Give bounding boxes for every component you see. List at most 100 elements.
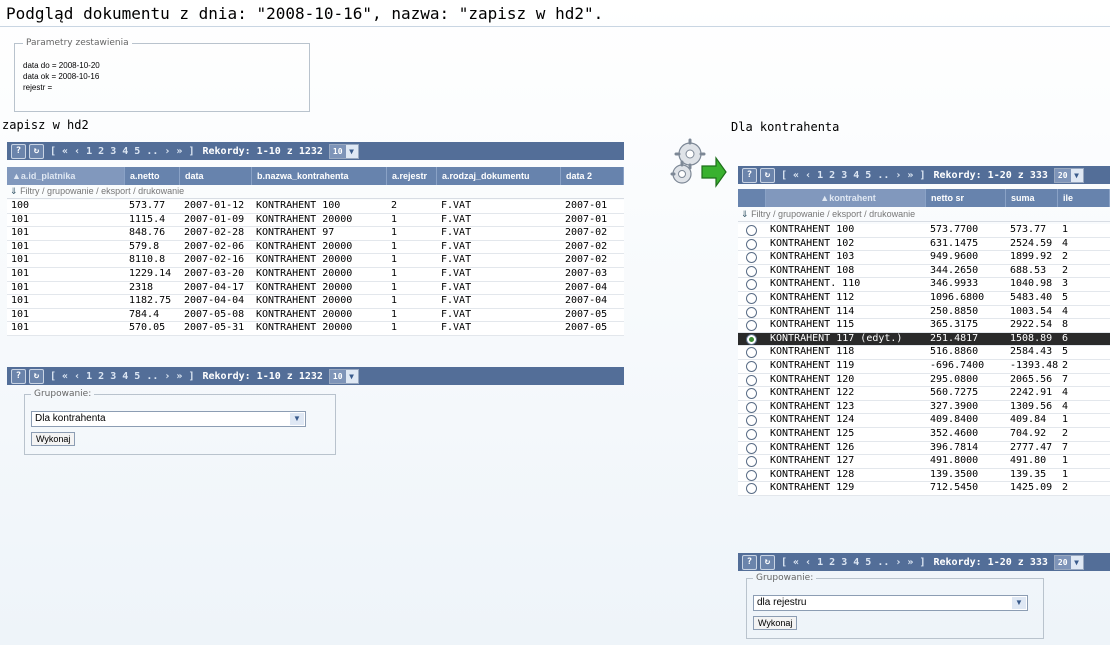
radio-cell[interactable] [738,238,766,251]
radio-cell[interactable] [738,319,766,332]
row-radio[interactable] [746,265,757,277]
table-row[interactable]: 101 8110.8 2007-02-16 KONTRAHENT 20000 1 F.VA… [7,254,624,268]
column-header[interactable]: ile [1058,189,1110,207]
radio-cell[interactable] [738,265,766,278]
pager-links[interactable]: [ « ‹ 1 2 3 4 5 .. › » ] [781,170,926,181]
column-header[interactable]: data [180,167,252,185]
radio-cell[interactable] [738,292,766,305]
row-radio[interactable] [746,333,757,345]
row-radio[interactable] [746,347,757,359]
table-row[interactable]: KONTRAHENT 117 (edyt.) 251.4817 1508.89 6 [738,332,1110,347]
column-header[interactable]: data 2 [561,167,624,185]
radio-cell[interactable] [738,224,766,237]
table-row[interactable]: 101 1229.14 2007-03-20 KONTRAHENT 20000 1 F.V… [7,267,624,282]
row-radio[interactable] [746,415,757,427]
row-radio[interactable] [746,279,757,291]
table-row[interactable]: KONTRAHENT. 110 346.9933 1040.98 3 [738,278,1110,292]
table-row[interactable]: KONTRAHENT 112 1096.6800 5483.40 5 [738,291,1110,306]
row-radio[interactable] [746,388,757,400]
radio-cell[interactable] [738,428,766,441]
table-row[interactable]: KONTRAHENT 103 949.9600 1899.92 2 [738,251,1110,265]
refresh-icon[interactable]: ↻ [760,554,775,570]
table-row[interactable]: KONTRAHENT 108 344.2650 688.53 2 [738,264,1110,279]
table-row[interactable]: KONTRAHENT 126 396.7814 2777.47 7 [738,441,1110,456]
radio-cell[interactable] [738,455,766,468]
per-page-select[interactable]: 10 ▼ [328,368,359,384]
radio-cell[interactable] [738,387,766,400]
table-row[interactable]: KONTRAHENT 129 712.5450 1425.09 2 [738,482,1110,496]
refresh-icon[interactable]: ↻ [760,167,775,183]
table-row[interactable]: KONTRAHENT 125 352.4600 704.92 2 [738,427,1110,442]
table-row[interactable]: KONTRAHENT 118 516.8860 2584.43 5 [738,346,1110,360]
help-icon[interactable]: ? [742,167,757,183]
radio-cell[interactable] [738,374,766,387]
help-icon[interactable]: ? [11,143,26,159]
table-row[interactable]: KONTRAHENT 102 631.1475 2524.59 4 [738,237,1110,252]
row-radio[interactable] [746,360,757,372]
radio-cell[interactable] [738,346,766,359]
table-row[interactable]: KONTRAHENT 127 491.8000 491.80 1 [738,455,1110,469]
table-row[interactable]: KONTRAHENT 114 250.8850 1003.54 4 [738,305,1110,320]
refresh-icon[interactable]: ↻ [29,143,44,159]
radio-cell[interactable] [738,306,766,319]
row-radio[interactable] [746,469,757,481]
row-radio[interactable] [746,442,757,454]
table-row[interactable]: 101 848.76 2007-02-28 KONTRAHENT 97 1 F.VAT 20… [7,227,624,241]
row-radio[interactable] [746,225,757,236]
row-radio[interactable] [746,428,757,440]
row-radio[interactable] [746,238,757,250]
pager-links[interactable]: [ « ‹ 1 2 3 4 5 .. › » ] [50,371,195,382]
execute-button[interactable]: Wykonaj [753,616,798,630]
radio-cell[interactable] [738,469,766,482]
radio-cell[interactable] [738,401,766,414]
table-row[interactable]: KONTRAHENT 100 573.7700 573.77 1 [738,224,1110,238]
radio-cell[interactable] [738,414,766,427]
row-radio[interactable] [746,292,757,304]
column-header[interactable]: ▲kontrahent [766,189,926,207]
column-header[interactable]: netto sr [926,189,1006,207]
grouping-select[interactable]: dla rejestru ▼ [753,595,1028,611]
execute-button[interactable]: Wykonaj [31,432,76,446]
table-row[interactable]: 101 579.8 2007-02-06 KONTRAHENT 20000 1 F.VAT… [7,240,624,255]
radio-cell[interactable] [738,482,766,495]
column-header[interactable]: suma [1006,189,1058,207]
table-row[interactable]: 101 1182.75 2007-04-04 KONTRAHENT 20000 1 F.V… [7,295,624,309]
per-page-select[interactable]: 10 ▼ [328,143,359,159]
left-filters-link[interactable]: ⇓ Filtry / grupowanie / eksport / drukow… [7,185,624,199]
radio-cell[interactable] [738,251,766,264]
grouping-select[interactable]: Dla kontrahenta ▼ [31,411,306,427]
radio-cell[interactable] [738,442,766,455]
column-header[interactable]: b.nazwa_kontrahenta [252,167,387,185]
table-row[interactable]: KONTRAHENT 119 -696.7400 -1393.48 2 [738,359,1110,374]
radio-cell[interactable] [738,333,766,346]
row-radio[interactable] [746,456,757,468]
radio-cell[interactable] [738,360,766,373]
table-row[interactable]: KONTRAHENT 115 365.3175 2922.54 8 [738,319,1110,333]
pager-links[interactable]: [ « ‹ 1 2 3 4 5 .. › » ] [781,557,926,568]
table-row[interactable]: 100 573.77 2007-01-12 KONTRAHENT 100 2 F.VAT 2… [7,200,624,214]
table-row[interactable]: 101 784.4 2007-05-08 KONTRAHENT 20000 1 F.VAT… [7,308,624,323]
column-header[interactable]: a.netto [125,167,180,185]
table-row[interactable]: KONTRAHENT 120 295.0800 2065.56 7 [738,373,1110,388]
row-radio[interactable] [746,252,757,264]
table-row[interactable]: KONTRAHENT 122 560.7275 2242.91 4 [738,387,1110,401]
help-icon[interactable]: ? [742,554,757,570]
table-row[interactable]: KONTRAHENT 123 327.3900 1309.56 4 [738,400,1110,415]
right-filters-link[interactable]: ⇓ Filtry / grupowanie / eksport / drukow… [738,208,1110,222]
row-radio[interactable] [746,306,757,318]
column-header[interactable]: ▲a.id_platnika [7,167,125,185]
row-radio[interactable] [746,483,757,495]
refresh-icon[interactable]: ↻ [29,368,44,384]
column-header[interactable]: a.rejestr [387,167,437,185]
table-row[interactable]: KONTRAHENT 128 139.3500 139.35 1 [738,468,1110,483]
per-page-select[interactable]: 20 ▼ [1053,167,1084,183]
per-page-select[interactable]: 20 ▼ [1053,554,1084,570]
column-header[interactable]: a.rodzaj_dokumentu [437,167,561,185]
table-row[interactable]: KONTRAHENT 124 409.8400 409.84 1 [738,414,1110,428]
pager-links[interactable]: [ « ‹ 1 2 3 4 5 .. › » ] [50,146,195,157]
row-radio[interactable] [746,320,757,332]
radio-cell[interactable] [738,278,766,291]
table-row[interactable]: 101 570.05 2007-05-31 KONTRAHENT 20000 1 F.VA… [7,322,624,336]
help-icon[interactable]: ? [11,368,26,384]
row-radio[interactable] [746,374,757,386]
